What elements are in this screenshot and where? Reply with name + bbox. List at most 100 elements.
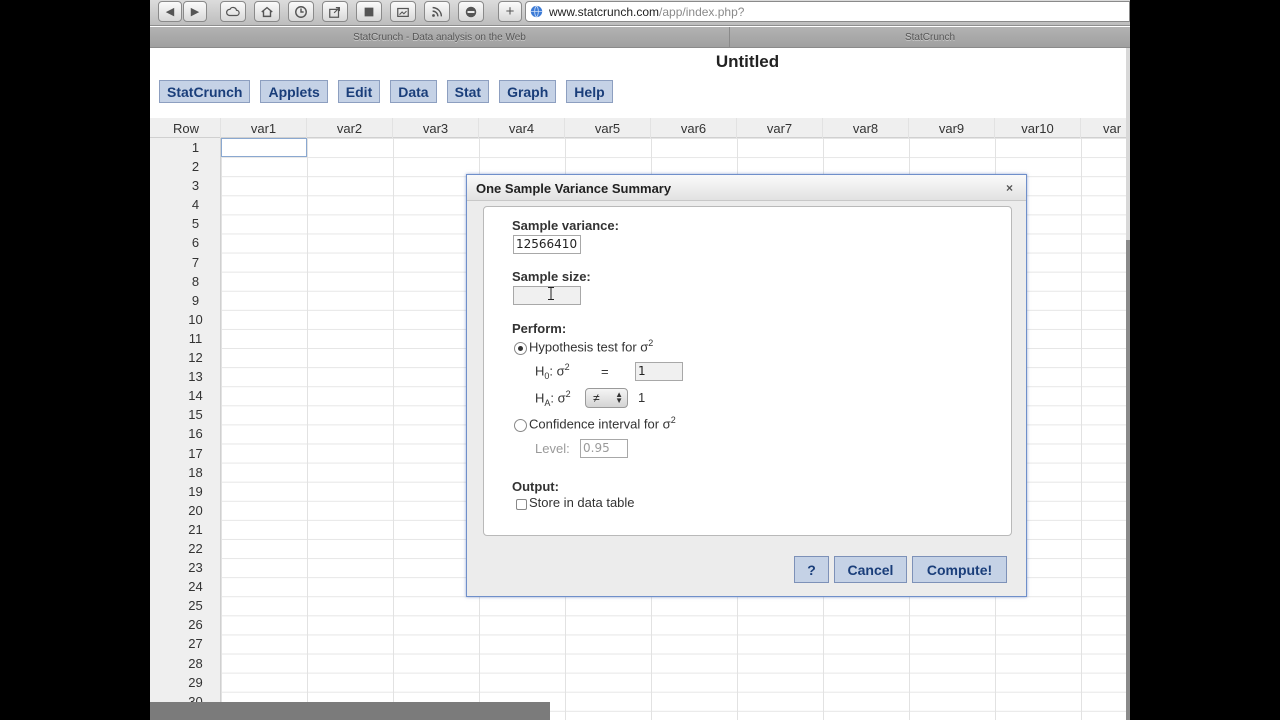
column-header[interactable]: var2: [307, 118, 393, 138]
page-title: Untitled: [715, 52, 780, 71]
new-tab-button[interactable]: +: [498, 1, 522, 22]
row-number[interactable]: 5: [150, 214, 221, 233]
select-arrows-icon: ▲ ▼: [615, 390, 623, 405]
row-number[interactable]: 26: [150, 615, 221, 634]
row-number[interactable]: 20: [150, 501, 221, 520]
row-number[interactable]: 23: [150, 558, 221, 577]
share-button[interactable]: [322, 1, 348, 22]
row-number[interactable]: 6: [150, 233, 221, 252]
icloud-button[interactable]: [220, 1, 246, 22]
sample-size-input[interactable]: [513, 286, 581, 305]
row-number[interactable]: 17: [150, 444, 221, 463]
column-header[interactable]: var4: [479, 118, 565, 138]
browser-window: ◀ ▶ + www.statcrunch.com/app/index.php? …: [150, 0, 1130, 720]
superscript: 2: [670, 415, 676, 425]
clock-icon: [295, 5, 307, 18]
row-number[interactable]: 29: [150, 673, 221, 692]
cancel-button[interactable]: Cancel: [834, 556, 907, 583]
row-number[interactable]: 2: [150, 157, 221, 176]
column-header[interactable]: var3: [393, 118, 479, 138]
row-number[interactable]: 16: [150, 424, 221, 443]
stop-button[interactable]: [356, 1, 382, 22]
row-number[interactable]: 18: [150, 463, 221, 482]
menu-help[interactable]: Help: [566, 80, 613, 103]
row-number[interactable]: 7: [150, 253, 221, 272]
column-header[interactable]: var5: [565, 118, 651, 138]
row-number[interactable]: 13: [150, 367, 221, 386]
output-label: Output:: [512, 479, 559, 494]
sample-variance-input[interactable]: 12566410: [513, 235, 581, 254]
menu-edit[interactable]: Edit: [337, 80, 381, 103]
url-host: www.statcrunch.com: [549, 4, 660, 19]
vertical-scrollbar-thumb[interactable]: [1126, 240, 1130, 720]
level-label: Level:: [535, 441, 570, 456]
menu-applets[interactable]: Applets: [260, 80, 328, 103]
row-number[interactable]: 19: [150, 482, 221, 501]
address-bar[interactable]: www.statcrunch.com/app/index.php?: [525, 1, 1130, 22]
row-number[interactable]: 4: [150, 195, 221, 214]
column-header[interactable]: var: [1081, 118, 1130, 138]
ha-operator-select[interactable]: ≠ ▲ ▼: [585, 388, 628, 408]
row-number[interactable]: 10: [150, 310, 221, 329]
compute-button[interactable]: Compute!: [912, 556, 1007, 583]
column-header[interactable]: var1: [221, 118, 307, 138]
help-button[interactable]: ?: [794, 556, 829, 583]
row-number[interactable]: 11: [150, 329, 221, 348]
store-in-table-checkbox[interactable]: [516, 499, 527, 510]
confidence-interval-radio[interactable]: [514, 419, 527, 432]
column-header[interactable]: var10: [995, 118, 1081, 138]
row-number[interactable]: 22: [150, 539, 221, 558]
one-sample-variance-dialog: One Sample Variance Summary × Sample var…: [466, 174, 1027, 597]
ha-h: H: [535, 390, 545, 406]
column-header[interactable]: var9: [909, 118, 995, 138]
h0-sigma: : σ: [549, 363, 565, 379]
row-number[interactable]: 25: [150, 596, 221, 615]
row-number[interactable]: 21: [150, 520, 221, 539]
row-number[interactable]: 14: [150, 386, 221, 405]
column-header[interactable]: var7: [737, 118, 823, 138]
back-button[interactable]: ◀: [158, 1, 182, 22]
url-text: www.statcrunch.com/app/index.php?: [549, 5, 744, 19]
row-number[interactable]: 15: [150, 405, 221, 424]
menu-data[interactable]: Data: [390, 80, 437, 103]
superscript: 2: [564, 362, 570, 372]
menu-graph[interactable]: Graph: [499, 80, 557, 103]
plus-icon: +: [505, 3, 515, 20]
tab-statcrunch-data-analysis[interactable]: StatCrunch - Data analysis on the Web: [150, 27, 730, 48]
row-number[interactable]: 28: [150, 654, 221, 673]
h0-equals: =: [601, 364, 609, 379]
column-header[interactable]: var8: [823, 118, 909, 138]
row-number[interactable]: 3: [150, 176, 221, 195]
confidence-interval-label: Confidence interval for σ2: [529, 415, 676, 431]
menu-stat[interactable]: Stat: [446, 80, 490, 103]
tab-statcrunch[interactable]: StatCrunch: [730, 27, 1130, 48]
media-button[interactable]: [390, 1, 416, 22]
block-button[interactable]: [458, 1, 484, 22]
history-button[interactable]: [288, 1, 314, 22]
dialog-title: One Sample Variance Summary: [467, 175, 1026, 201]
horizontal-scrollbar[interactable]: [150, 702, 550, 720]
level-input[interactable]: 0.95: [580, 439, 628, 458]
back-arrow-icon: ◀: [165, 6, 175, 18]
block-icon: [465, 6, 477, 17]
menu-bar: StatCrunch Applets Edit Data Stat Graph …: [159, 80, 623, 103]
close-icon[interactable]: ×: [1003, 182, 1016, 195]
column-header[interactable]: var6: [651, 118, 737, 138]
store-in-table-label: Store in data table: [529, 495, 635, 510]
row-number[interactable]: 12: [150, 348, 221, 367]
h0-label: H0: σ2: [535, 362, 570, 381]
row-number[interactable]: 27: [150, 634, 221, 653]
perform-label: Perform:: [512, 321, 567, 336]
row-number[interactable]: 9: [150, 291, 221, 310]
home-button[interactable]: [254, 1, 280, 22]
row-number[interactable]: 1: [150, 138, 221, 157]
row-number[interactable]: 8: [150, 272, 221, 291]
rss-button[interactable]: [424, 1, 450, 22]
hypothesis-test-radio[interactable]: [514, 342, 527, 355]
h0-value-input[interactable]: 1: [635, 362, 683, 381]
selected-cell[interactable]: [221, 138, 307, 157]
row-number[interactable]: 24: [150, 577, 221, 596]
forward-button[interactable]: ▶: [183, 1, 207, 22]
superscript: 2: [648, 338, 654, 348]
menu-statcrunch[interactable]: StatCrunch: [159, 80, 251, 103]
